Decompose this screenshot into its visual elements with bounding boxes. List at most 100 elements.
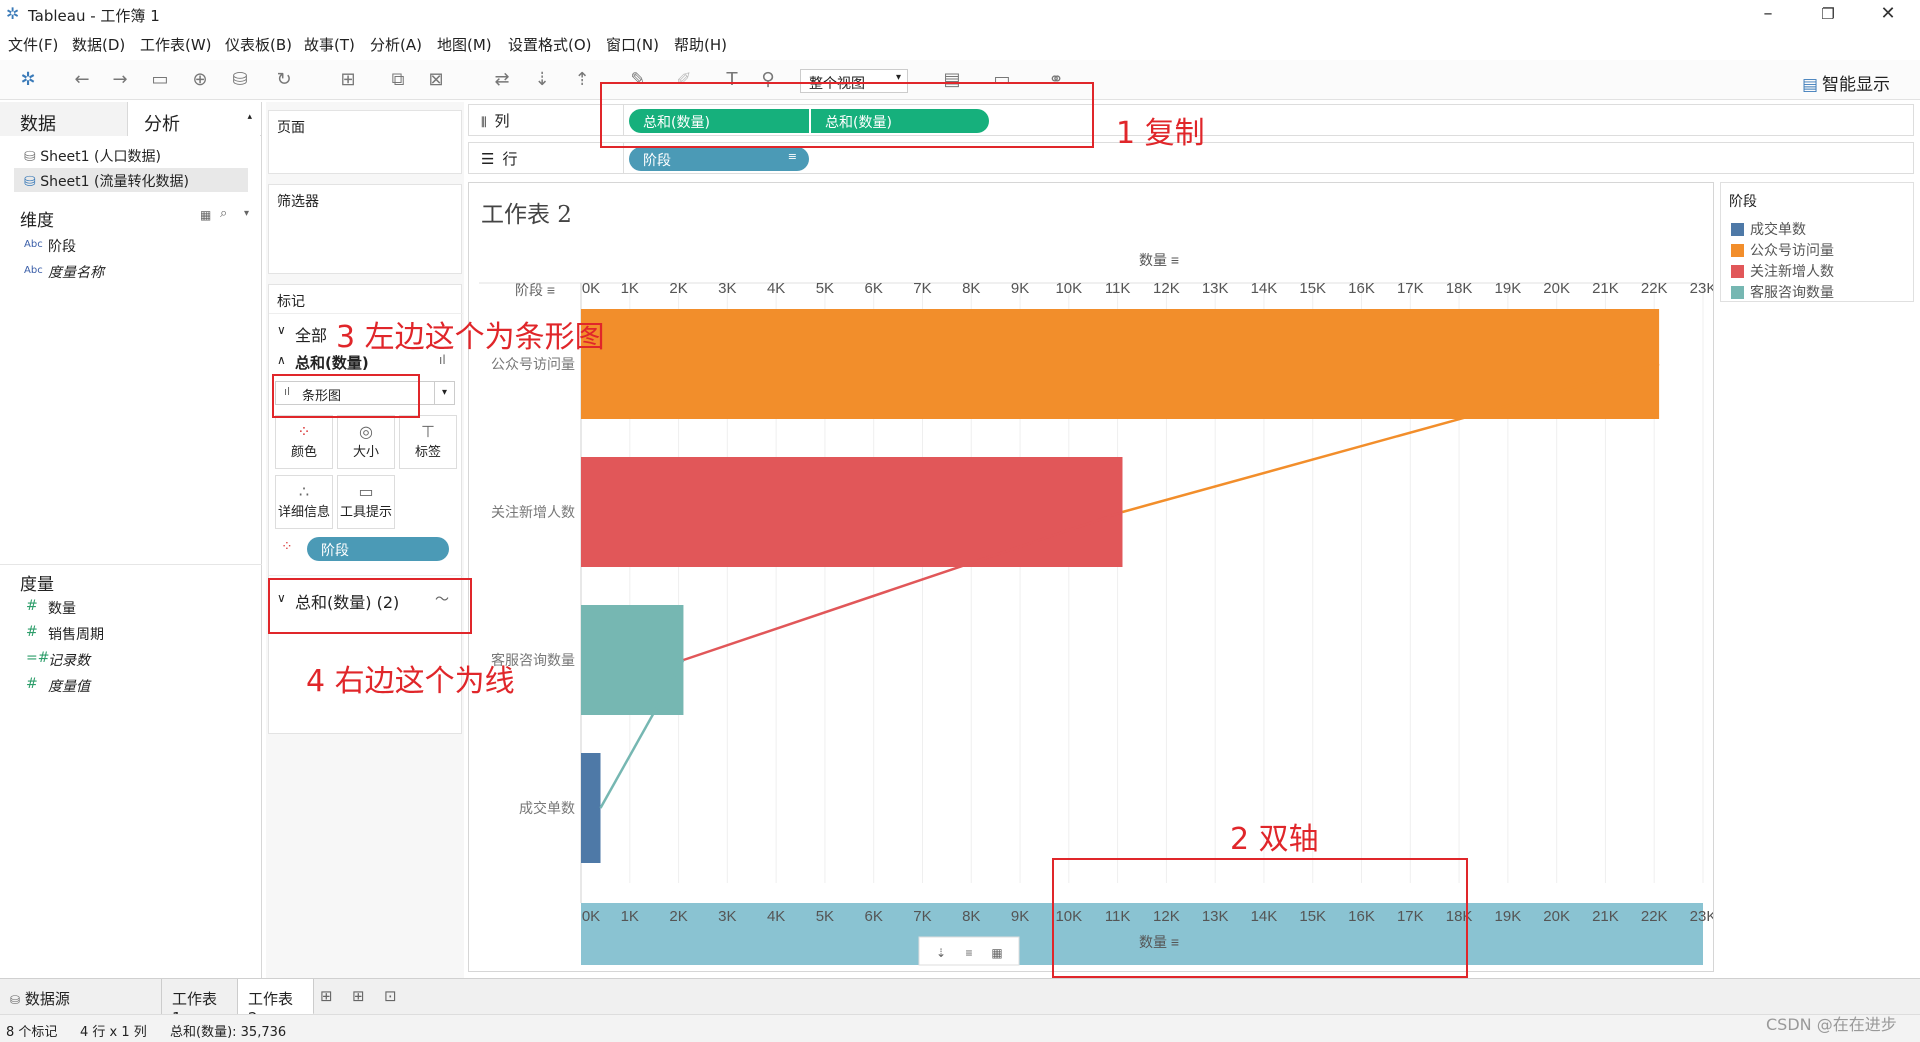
- detail-button[interactable]: ∴ 详细信息: [275, 475, 333, 529]
- new-dashboard-icon[interactable]: ⊞: [352, 987, 365, 1005]
- x-tick-label-secondary: 7K: [913, 908, 931, 925]
- measure-field[interactable]: 销售周期: [48, 624, 104, 644]
- legend-item[interactable]: 成交单数: [1731, 219, 1806, 239]
- marks-all[interactable]: 全部: [295, 322, 327, 346]
- tab-data[interactable]: 数据: [0, 102, 128, 136]
- x-tick-label-secondary: 4K: [767, 908, 785, 925]
- annotation-box-copy: [600, 82, 1094, 148]
- y-axis-title: 阶段 ≡: [515, 282, 555, 298]
- x-tick-label: 17K: [1397, 280, 1424, 297]
- new-sheet-icon[interactable]: ⊞: [320, 987, 333, 1005]
- tab-sheet-1[interactable]: 工作表 1: [162, 979, 238, 1027]
- annotation-box-line: [268, 578, 472, 634]
- tab-datasource[interactable]: ⛁ 数据源: [0, 979, 162, 1015]
- menu-file[interactable]: 文件(F): [8, 34, 58, 55]
- x-tick-label-secondary: 21K: [1592, 908, 1619, 925]
- viz-area: 工作表 2 数量 ≡ 数量 ≡ 阶段 ≡ 0K 0K 1K 1K 2K 2K 3K 3K 4K 4K 5K…: [468, 182, 1714, 972]
- list-icon: ▦: [991, 946, 1002, 960]
- x-tick-label: 21K: [1592, 280, 1619, 297]
- datasource-label: Sheet1 (人口数据): [40, 149, 161, 165]
- x-tick-label: 16K: [1348, 280, 1375, 297]
- menu-window[interactable]: 窗口(N): [606, 34, 659, 55]
- duplicate-sheet-icon[interactable]: ⧉: [386, 68, 410, 92]
- x-tick-label: 13K: [1202, 280, 1229, 297]
- tableau-home-icon[interactable]: ✲: [16, 68, 40, 92]
- x-tick-label: 5K: [816, 280, 834, 297]
- x-tick-label: 23K: [1690, 280, 1713, 297]
- tab-analysis[interactable]: 分析 ▴: [128, 102, 260, 136]
- number-type-icon: #: [26, 676, 38, 692]
- legend-item[interactable]: 客服咨询数量: [1731, 282, 1834, 302]
- menu-analysis[interactable]: 分析(A): [370, 34, 422, 55]
- menu-data[interactable]: 数据(D): [72, 34, 125, 55]
- x-tick-label: 10K: [1055, 280, 1082, 297]
- x-tick-label-secondary: 1K: [621, 908, 639, 925]
- menu-worksheet[interactable]: 工作表(W): [140, 34, 212, 55]
- legend-item[interactable]: 关注新增人数: [1731, 261, 1834, 281]
- chevron-down-icon[interactable]: ∨: [277, 323, 286, 337]
- stage-pill[interactable]: 阶段: [307, 537, 449, 561]
- row-pill-stage[interactable]: 阶段 ≡: [629, 147, 809, 171]
- measure-field[interactable]: 数量: [48, 598, 76, 618]
- menu-story[interactable]: 故事(T): [304, 34, 355, 55]
- refresh-icon[interactable]: ↻: [272, 68, 296, 92]
- sort-desc-icon[interactable]: ⇡: [570, 68, 594, 92]
- minimize-icon[interactable]: –: [1748, 2, 1788, 26]
- x-tick-label-secondary: 23K: [1690, 908, 1713, 925]
- tooltip-label: 工具提示: [339, 505, 392, 520]
- chevron-down-icon[interactable]: ▾: [244, 208, 249, 219]
- tab-sheet-2[interactable]: 工作表 2: [238, 979, 314, 1027]
- dimension-field[interactable]: 度量名称: [48, 262, 104, 282]
- close-icon[interactable]: ✕: [1868, 2, 1908, 26]
- undo-icon[interactable]: ←: [70, 68, 94, 92]
- x-tick-label: 19K: [1495, 280, 1522, 297]
- measure-field[interactable]: 记录数: [48, 650, 90, 670]
- legend-swatch: [1731, 244, 1744, 257]
- clear-sheet-icon[interactable]: ⊠: [424, 68, 448, 92]
- legend-item[interactable]: 公众号访问量: [1731, 240, 1834, 260]
- menu-map[interactable]: 地图(M): [437, 34, 492, 55]
- category-label: 关注新增人数: [491, 505, 575, 521]
- tab-datasource-label: 数据源: [24, 990, 70, 1008]
- x-tick-label-secondary: 3K: [718, 908, 736, 925]
- filters-card[interactable]: 筛选器: [268, 184, 462, 274]
- columns-icon: ⫼: [481, 115, 487, 129]
- x-tick-label: 7K: [913, 280, 931, 297]
- redo-icon[interactable]: →: [108, 68, 132, 92]
- dimension-field[interactable]: 阶段: [48, 236, 76, 256]
- sort-asc-icon[interactable]: ⇣: [530, 68, 554, 92]
- tooltip-button[interactable]: ▭ 工具提示: [337, 475, 395, 529]
- sort-asc-icon: ⇣: [936, 946, 946, 960]
- measure-field[interactable]: 度量值: [48, 676, 90, 696]
- status-sum: 总和(数量): 35,736: [170, 1025, 287, 1040]
- rows-shelf-label: ☰ 行: [481, 150, 518, 168]
- search-icon[interactable]: ⌕: [220, 206, 227, 221]
- x-tick-label: 12K: [1153, 280, 1180, 297]
- datasource-item-traffic[interactable]: ⛁ Sheet1 (流量转化数据): [14, 168, 248, 192]
- window-title: Tableau - 工作簿 1: [28, 7, 160, 25]
- datasource-label: Sheet1 (流量转化数据): [40, 174, 189, 190]
- swap-icon[interactable]: ⇄: [490, 68, 514, 92]
- chevron-up-icon[interactable]: ∧: [277, 353, 286, 367]
- menu-format[interactable]: 设置格式(O): [508, 34, 592, 55]
- datasource-icon[interactable]: ⛁: [228, 68, 252, 92]
- size-button[interactable]: ◎ 大小: [337, 415, 395, 469]
- menu-dashboard[interactable]: 仪表板(B): [225, 34, 292, 55]
- x-tick-label: 6K: [865, 280, 883, 297]
- menu-help[interactable]: 帮助(H): [674, 34, 727, 55]
- new-datasource-icon[interactable]: ⊕: [188, 68, 212, 92]
- color-button[interactable]: ⁘ 颜色: [275, 415, 333, 469]
- tableau-logo-icon: ✲: [6, 4, 20, 23]
- x-tick-label: 15K: [1299, 280, 1326, 297]
- pages-card[interactable]: 页面: [268, 110, 462, 174]
- new-sheet-icon[interactable]: ⊞: [336, 68, 360, 92]
- label-button[interactable]: ⊤ 标签: [399, 415, 457, 469]
- new-story-icon[interactable]: ⊡: [384, 987, 397, 1005]
- label-icon: ⊤: [421, 422, 435, 441]
- x-tick-label-secondary: 19K: [1495, 908, 1522, 925]
- restore-icon[interactable]: ❐: [1808, 2, 1848, 26]
- smart-show-button[interactable]: ▤ 智能显示: [1802, 70, 1890, 95]
- datasource-item-population[interactable]: ⛁ Sheet1 (人口数据): [24, 146, 161, 166]
- view-list-icon[interactable]: ▦: [200, 208, 211, 222]
- save-icon[interactable]: ▭: [148, 68, 172, 92]
